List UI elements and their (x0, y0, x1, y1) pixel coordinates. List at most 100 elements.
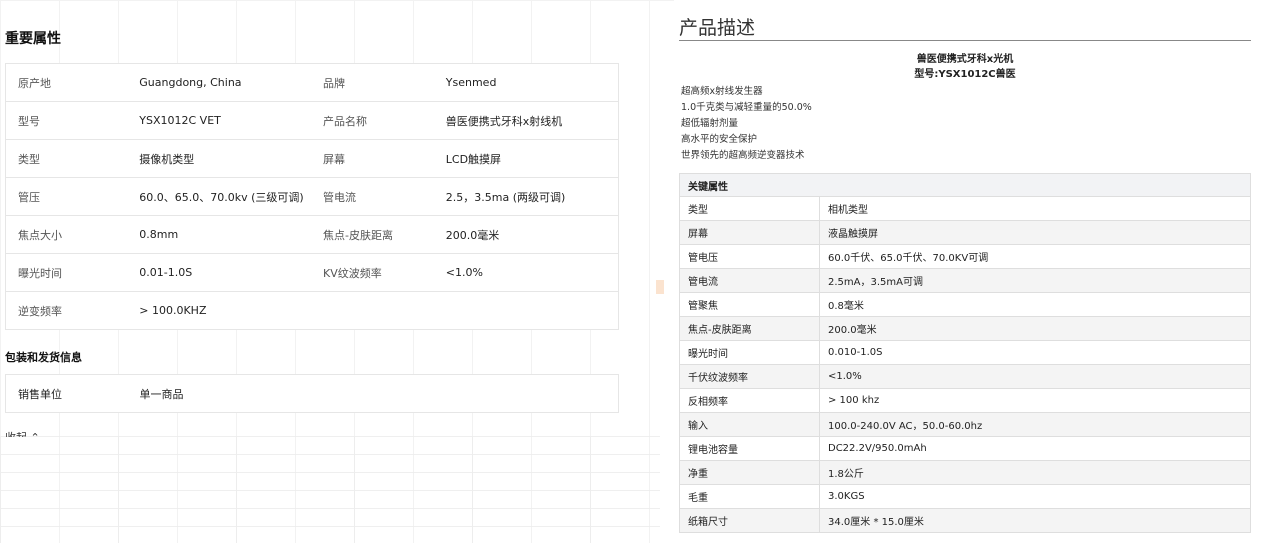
list-item: 1.0千克类与减轻重量的50.0% (681, 102, 812, 113)
list-item: 超低辐射剂量 (681, 118, 739, 129)
attribute-value: LCD触摸屏 (433, 139, 619, 178)
attribute-value: 200.0毫米 (433, 215, 619, 254)
table-row: 曝光时间 0.010-1.0S (679, 340, 1251, 365)
important-attributes-title: 重要属性 (5, 31, 61, 47)
list-item: 超高频x射线发生器 (681, 86, 763, 97)
table-row: 锂电池容量 DC22.2V/950.0mAh (679, 436, 1251, 461)
key-attribute-name: 管电流 (679, 268, 820, 293)
important-attributes-table: 原产地 Guangdong, China 品牌 Ysenmed 型号 YSX1012C V… (5, 63, 619, 330)
attribute-value (433, 291, 619, 330)
attribute-key: 焦点-皮肤距离 (311, 215, 434, 254)
table-row: 曝光时间 0.01-1.0S KV纹波频率 <1.0% (5, 253, 619, 292)
key-attribute-value: > 100 khz (819, 388, 1251, 413)
product-model-line: 型号:YSX1012C兽医 (914, 69, 1016, 80)
list-item: 高水平的安全保护 (681, 134, 758, 145)
key-attribute-name: 纸箱尺寸 (679, 508, 820, 533)
key-attributes-header: 关键属性 (679, 173, 1251, 197)
collapse-toggle[interactable]: 收起 ⌃ (5, 429, 40, 437)
table-row: 管聚焦 0.8毫米 (679, 292, 1251, 317)
key-attributes-table: 关键属性 类型 相机类型 屏幕 液晶触摸屏 管电压 60.0千伏、65.0千伏、70.0K… (679, 173, 1251, 533)
attribute-key: 曝光时间 (5, 253, 128, 292)
table-row: 屏幕 液晶触摸屏 (679, 220, 1251, 245)
attribute-value: 60.0、65.0、70.0kv (三级可调) (127, 177, 312, 216)
table-row: 类型 摄像机类型 屏幕 LCD触摸屏 (5, 139, 619, 178)
table-row: 纸箱尺寸 34.0厘米 * 15.0厘米 (679, 508, 1251, 533)
attribute-value: 2.5，3.5ma (两级可调) (433, 177, 619, 216)
key-attribute-name: 焦点-皮肤距离 (679, 316, 820, 341)
key-attribute-value: 1.8公斤 (819, 460, 1251, 485)
key-attribute-value: 200.0毫米 (819, 316, 1251, 341)
key-attribute-value: <1.0% (819, 364, 1251, 389)
attribute-value: YSX1012C VET (127, 101, 312, 140)
attribute-key (311, 291, 434, 330)
key-attribute-value: DC22.2V/950.0mAh (819, 436, 1251, 461)
cell-highlight-marker (656, 280, 664, 294)
key-attribute-name: 反相频率 (679, 388, 820, 413)
table-row: 焦点-皮肤距离 200.0毫米 (679, 316, 1251, 341)
important-attributes-panel: 重要属性 原产地 Guangdong, China 品牌 Ysenmed 型号 YSX10… (0, 0, 640, 543)
list-item: 世界领先的超高频逆变器技术 (681, 150, 805, 161)
packaging-key: 销售单位 (18, 387, 62, 401)
attribute-key: 原产地 (5, 63, 128, 102)
key-attribute-value: 60.0千伏、65.0千伏、70.0KV可调 (819, 244, 1251, 269)
key-attribute-name: 管聚焦 (679, 292, 820, 317)
table-row: 千伏纹波频率 <1.0% (679, 364, 1251, 389)
product-description-panel: 产品描述 兽医便携式牙科x光机 型号:YSX1012C兽医 超高频x射线发生器 … (674, 0, 1267, 543)
table-row: 管压 60.0、65.0、70.0kv (三级可调) 管电流 2.5，3.5ma (两… (5, 177, 619, 216)
attribute-key: 管压 (5, 177, 128, 216)
key-attribute-value: 0.010-1.0S (819, 340, 1251, 365)
attribute-key: 品牌 (311, 63, 434, 102)
key-attribute-value: 100.0-240.0V AC，50.0-60.0hz (819, 412, 1251, 437)
product-name: 兽医便携式牙科x光机 型号:YSX1012C兽医 (679, 52, 1251, 82)
attribute-value: 兽医便携式牙科x射线机 (433, 101, 619, 140)
product-description-title: 产品描述 (679, 17, 756, 39)
key-attribute-name: 千伏纹波频率 (679, 364, 820, 389)
table-row: 型号 YSX1012C VET 产品名称 兽医便携式牙科x射线机 (5, 101, 619, 140)
key-attribute-name: 净重 (679, 460, 820, 485)
key-attribute-name: 输入 (679, 412, 820, 437)
table-row: 毛重 3.0KGS (679, 484, 1251, 509)
title-divider (679, 40, 1251, 41)
attribute-key: KV纹波频率 (311, 253, 434, 292)
key-attribute-value: 相机类型 (819, 196, 1251, 221)
attribute-value: 摄像机类型 (127, 139, 312, 178)
table-row: 管电流 2.5mA，3.5mA可调 (679, 268, 1251, 293)
attribute-key: 型号 (5, 101, 128, 140)
key-attribute-value: 2.5mA，3.5mA可调 (819, 268, 1251, 293)
table-row: 输入 100.0-240.0V AC，50.0-60.0hz (679, 412, 1251, 437)
table-row: 逆变频率 > 100.0KHZ (5, 291, 619, 330)
attribute-value: Ysenmed (433, 63, 619, 102)
key-attribute-value: 0.8毫米 (819, 292, 1251, 317)
attribute-key: 管电流 (311, 177, 434, 216)
attribute-value: 0.01-1.0S (127, 253, 312, 292)
attribute-key: 类型 (5, 139, 128, 178)
packaging-value: 单一商品 (139, 387, 184, 401)
key-attribute-name: 屏幕 (679, 220, 820, 245)
table-row: 类型 相机类型 (679, 196, 1251, 221)
attribute-value: Guangdong, China (127, 63, 312, 102)
attribute-key: 焦点大小 (5, 215, 128, 254)
table-row: 焦点大小 0.8mm 焦点-皮肤距离 200.0毫米 (5, 215, 619, 254)
key-attribute-name: 毛重 (679, 484, 820, 509)
attribute-value: > 100.0KHZ (127, 291, 312, 330)
table-row: 管电压 60.0千伏、65.0千伏、70.0KV可调 (679, 244, 1251, 269)
key-attribute-value: 34.0厘米 * 15.0厘米 (819, 508, 1251, 533)
key-attributes-title: 关键属性 (679, 173, 1251, 197)
table-row: 销售单位 单一商品 (6, 375, 619, 413)
attribute-value: <1.0% (433, 253, 619, 292)
key-attribute-value: 3.0KGS (819, 484, 1251, 509)
key-attribute-name: 曝光时间 (679, 340, 820, 365)
key-attribute-name: 类型 (679, 196, 820, 221)
attribute-key: 产品名称 (311, 101, 434, 140)
attribute-value: 0.8mm (127, 215, 312, 254)
packaging-title: 包装和发货信息 (5, 351, 82, 364)
attribute-key: 屏幕 (311, 139, 434, 178)
feature-list: 超高频x射线发生器 1.0千克类与减轻重量的50.0% 超低辐射剂量 高水平的安… (681, 84, 812, 164)
key-attribute-name: 锂电池容量 (679, 436, 820, 461)
table-row: 净重 1.8公斤 (679, 460, 1251, 485)
attribute-key: 逆变频率 (5, 291, 128, 330)
packaging-table: 销售单位 单一商品 (5, 374, 619, 413)
table-row: 原产地 Guangdong, China 品牌 Ysenmed (5, 63, 619, 102)
key-attribute-name: 管电压 (679, 244, 820, 269)
table-row: 反相频率 > 100 khz (679, 388, 1251, 413)
